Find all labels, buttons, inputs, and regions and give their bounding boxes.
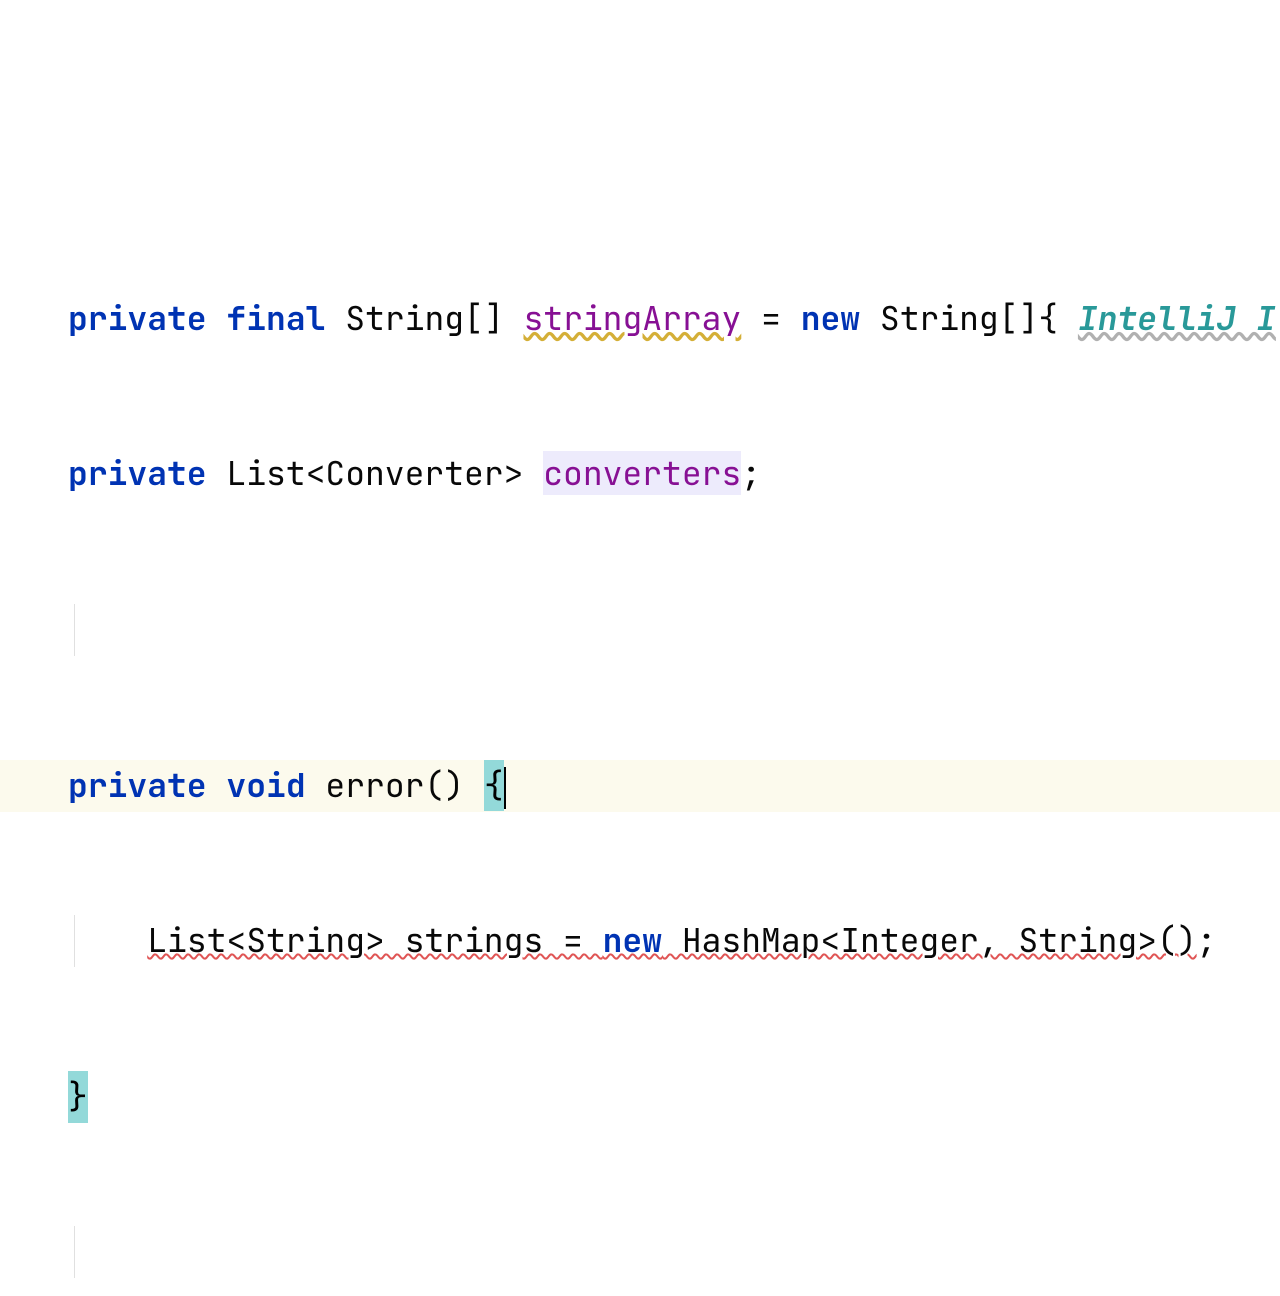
keyword-void: void [226, 763, 305, 807]
keyword-final: final [226, 296, 325, 340]
type-text: String[] [345, 296, 503, 340]
brace-open: { [484, 760, 504, 812]
code-line-current[interactable]: private void error() { [0, 760, 1280, 812]
text-caret [504, 767, 506, 809]
code-line[interactable]: List<String> strings = new HashMap<Integ… [0, 915, 1280, 967]
string-literal: IntelliJ I [1078, 296, 1276, 340]
code-line[interactable]: private final String[] stringArray = new… [0, 293, 1280, 345]
code-editor[interactable]: private final String[] stringArray = new… [0, 207, 1280, 855]
error-text: List<String> strings = new HashMap<Integ… [147, 918, 1196, 962]
semicolon: ; [741, 451, 761, 495]
code-line[interactable] [0, 1226, 1280, 1278]
indent-guide [74, 604, 75, 656]
type-text: List<Converter> [207, 451, 544, 495]
type-text: String[]{ [860, 296, 1078, 340]
keyword-private: private [68, 296, 207, 340]
equals-text: = [741, 296, 800, 340]
field-name: converters [543, 451, 741, 495]
keyword-new: new [801, 296, 860, 340]
method-name: error() [306, 763, 484, 807]
code-line[interactable]: } [0, 1071, 1280, 1123]
semicolon: ; [1197, 918, 1217, 962]
brace-close: } [68, 1071, 88, 1123]
keyword-private: private [68, 763, 207, 807]
indent-guide [74, 1226, 75, 1278]
indent-guide [74, 915, 75, 967]
code-line[interactable] [0, 604, 1280, 656]
field-name: stringArray [523, 296, 741, 340]
keyword-new: new [603, 918, 662, 962]
code-line[interactable]: private List<Converter> converters; [0, 448, 1280, 500]
keyword-private: private [68, 451, 207, 495]
